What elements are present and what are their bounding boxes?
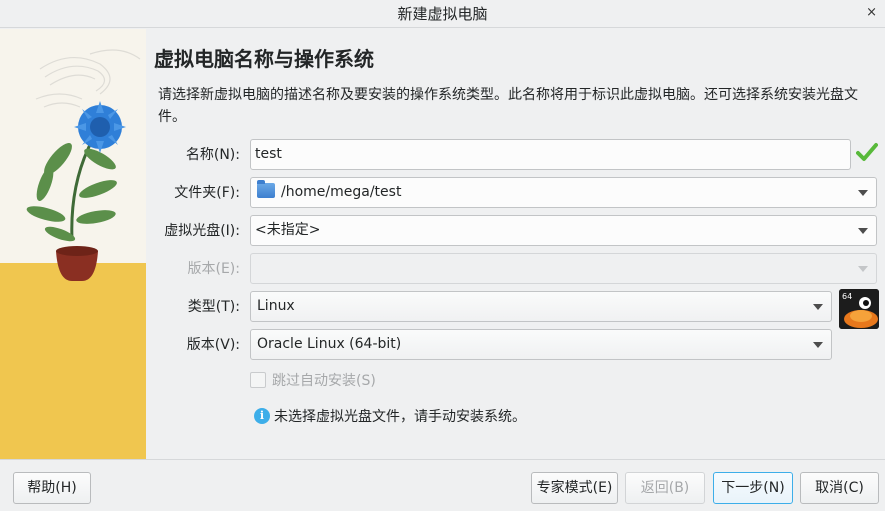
plant-illustration	[0, 29, 146, 459]
linux-penguin-icon: 64	[839, 289, 879, 329]
folder-label: 文件夹(F):	[174, 185, 240, 201]
skip-unattended-label: 跳过自动安装(S)	[272, 373, 376, 389]
button-bar: 帮助(H) 专家模式(E) 返回(B) 下一步(N) 取消(C)	[0, 459, 885, 511]
chevron-down-icon[interactable]	[813, 304, 823, 310]
iso-combo[interactable]: <未指定>	[250, 215, 877, 246]
cancel-button[interactable]: 取消(C)	[800, 472, 879, 504]
iso-label: 虚拟光盘(I):	[164, 223, 240, 239]
version-label: 版本(V):	[186, 337, 240, 353]
type-select[interactable]: Linux	[250, 291, 832, 322]
chevron-down-icon[interactable]	[858, 190, 868, 196]
title-bar: 新建虚拟电脑 ×	[0, 0, 885, 28]
wizard-page: 虚拟电脑名称与操作系统 请选择新虚拟电脑的描述名称及要安装的操作系统类型。此名称…	[146, 29, 885, 459]
type-label: 类型(T):	[187, 299, 240, 315]
chevron-down-icon[interactable]	[858, 228, 868, 234]
expert-mode-button[interactable]: 专家模式(E)	[531, 472, 618, 504]
os-type-icon: 64	[839, 289, 879, 329]
window-title: 新建虚拟电脑	[397, 5, 488, 23]
name-label: 名称(N):	[185, 147, 240, 163]
page-title: 虚拟电脑名称与操作系统	[154, 47, 374, 71]
next-button[interactable]: 下一步(N)	[713, 472, 793, 504]
help-button[interactable]: 帮助(H)	[13, 472, 91, 504]
os-badge: 64	[842, 292, 852, 301]
folder-icon	[257, 180, 275, 198]
chevron-down-icon	[858, 266, 868, 272]
valid-check-icon	[856, 143, 878, 161]
type-value: Linux	[257, 298, 295, 314]
skip-unattended-checkbox	[250, 372, 266, 388]
edition-label: 版本(E):	[187, 261, 241, 277]
info-text: 未选择虚拟光盘文件，请手动安装系统。	[274, 409, 526, 425]
version-value: Oracle Linux (64-bit)	[257, 336, 402, 352]
close-icon[interactable]: ×	[866, 0, 877, 26]
back-button: 返回(B)	[625, 472, 705, 504]
info-icon: i	[254, 408, 270, 424]
chevron-down-icon[interactable]	[813, 342, 823, 348]
wizard-illustration	[0, 29, 146, 459]
edition-combo	[250, 253, 877, 284]
version-select[interactable]: Oracle Linux (64-bit)	[250, 329, 832, 360]
folder-combo[interactable]: /home/mega/test	[250, 177, 877, 208]
name-input[interactable]: test	[250, 139, 851, 170]
page-description: 请选择新虚拟电脑的描述名称及要安装的操作系统类型。此名称将用于标识此虚拟电脑。还…	[158, 87, 858, 125]
iso-value: <未指定>	[255, 222, 321, 238]
skip-unattended-option: 跳过自动安装(S)	[250, 371, 376, 391]
info-message: i 未选择虚拟光盘文件，请手动安装系统。	[254, 407, 526, 427]
folder-value: /home/mega/test	[281, 184, 402, 200]
